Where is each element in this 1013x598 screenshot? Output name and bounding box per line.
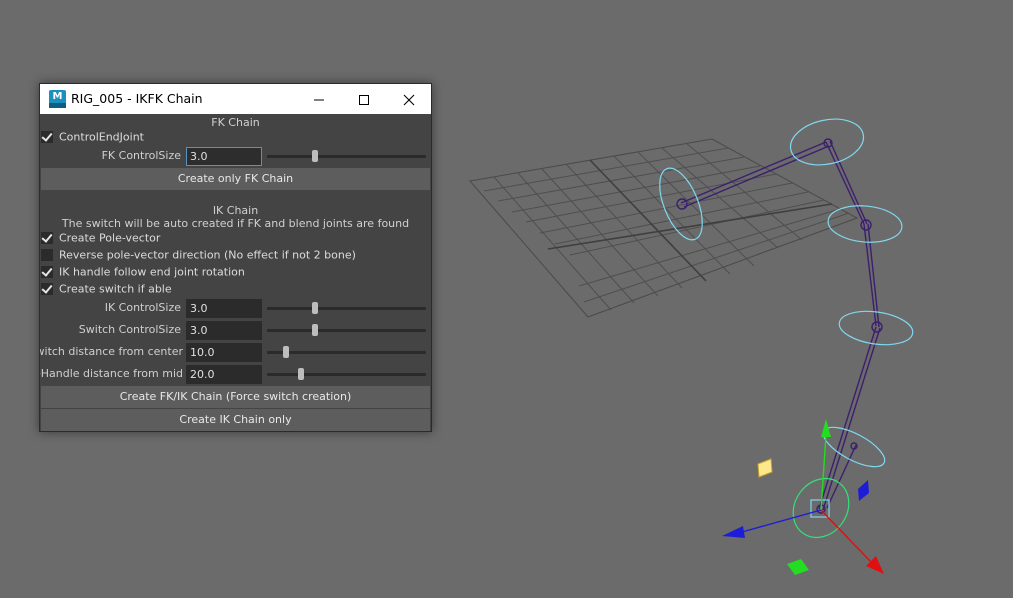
create-switch-row[interactable]: Create switch if able <box>41 282 172 297</box>
ik-control-size-label: IK ControlSize <box>104 301 181 314</box>
ik-follow-rotation-label: IK handle follow end joint rotation <box>59 265 245 279</box>
switch-distance-input[interactable]: 10.0 <box>186 343 262 362</box>
create-pole-vector-checkbox[interactable] <box>41 232 53 244</box>
slider-thumb[interactable] <box>312 150 318 162</box>
maya-app-icon: M <box>49 90 66 108</box>
ik-follow-rotation-row[interactable]: IK handle follow end joint rotation <box>41 265 245 280</box>
create-ik-chain-button[interactable]: Create IK Chain only <box>41 409 430 431</box>
move-manipulator[interactable] <box>722 419 884 575</box>
switch-note: The switch will be auto created if FK an… <box>61 217 410 230</box>
fk-control-2 <box>789 118 865 166</box>
title-bar[interactable]: M RIG_005 - IKFK Chain <box>40 84 431 114</box>
pole-handle-distance-row: PoleHandle distance from mid 20.0 <box>40 365 431 384</box>
control-end-joint-label: ControlEndJoint <box>59 130 144 144</box>
reverse-pole-vector-row[interactable]: Reverse pole-vector direction (No effect… <box>41 248 356 263</box>
switch-distance-row: Switch distance from center 10.0 <box>40 343 431 362</box>
switch-distance-label: Switch distance from center <box>40 345 183 358</box>
ground-grid <box>469 138 859 318</box>
fk-control-3 <box>827 205 903 243</box>
fk-control-5 <box>822 426 886 468</box>
minimize-button[interactable] <box>296 84 342 114</box>
slider-thumb[interactable] <box>312 302 318 314</box>
fk-control-size-label: FK ControlSize <box>101 149 181 162</box>
pole-handle-distance-label: PoleHandle distance from mid <box>40 367 183 380</box>
switch-control-size-input[interactable]: 3.0 <box>186 321 262 340</box>
maximize-button[interactable] <box>341 84 387 114</box>
fk-control-size-slider[interactable] <box>267 150 426 162</box>
joint-chain[interactable] <box>676 138 883 514</box>
ikfk-chain-window[interactable]: M RIG_005 - IKFK Chain FK Chain ControlE… <box>39 83 432 432</box>
create-pole-vector-label: Create Pole-vector <box>59 231 161 245</box>
fk-control-size-input[interactable]: 3.0 <box>186 147 262 166</box>
ik-section-title: IK Chain <box>212 204 259 217</box>
control-end-joint-checkbox[interactable] <box>41 131 53 143</box>
pole-handle-distance-input[interactable]: 20.0 <box>186 365 262 384</box>
minimize-icon <box>314 99 324 100</box>
pole-handle-distance-slider[interactable] <box>267 368 426 380</box>
window-title: RIG_005 - IKFK Chain <box>71 91 203 106</box>
grid-center-lines <box>547 159 833 282</box>
reverse-pole-vector-checkbox[interactable] <box>41 249 53 261</box>
slider-thumb[interactable] <box>312 324 318 336</box>
slider-thumb[interactable] <box>283 346 289 358</box>
control-end-joint-row[interactable]: ControlEndJoint <box>41 130 144 145</box>
ik-follow-rotation-checkbox[interactable] <box>41 266 53 278</box>
slider-thumb[interactable] <box>298 368 304 380</box>
create-pole-vector-row[interactable]: Create Pole-vector <box>41 231 160 246</box>
fk-section-title: FK Chain <box>211 116 260 129</box>
reverse-pole-vector-label: Reverse pole-vector direction (No effect… <box>59 248 356 262</box>
switch-control-size-slider[interactable] <box>267 324 426 336</box>
create-fkik-chain-button[interactable]: Create FK/IK Chain (Force switch creatio… <box>41 386 430 408</box>
ik-handle-square <box>810 499 830 518</box>
app-icon-letter: M <box>52 91 63 102</box>
fk-control-size-row: FK ControlSize 3.0 <box>40 147 431 166</box>
ik-control-size-input[interactable]: 3.0 <box>186 299 262 318</box>
ik-control-size-slider[interactable] <box>267 302 426 314</box>
close-button[interactable] <box>386 84 432 114</box>
create-switch-label: Create switch if able <box>59 282 172 296</box>
create-fk-chain-button[interactable]: Create only FK Chain <box>41 168 430 190</box>
ik-control-size-row: IK ControlSize 3.0 <box>40 299 431 318</box>
switch-control-size-row: Switch ControlSize 3.0 <box>40 321 431 340</box>
switch-control-size-label: Switch ControlSize <box>78 323 181 336</box>
window-content: FK Chain ControlEndJoint FK ControlSize … <box>40 114 431 431</box>
close-icon <box>403 94 415 105</box>
maximize-icon <box>359 94 369 105</box>
switch-distance-slider[interactable] <box>267 346 426 358</box>
create-switch-checkbox[interactable] <box>41 283 53 295</box>
